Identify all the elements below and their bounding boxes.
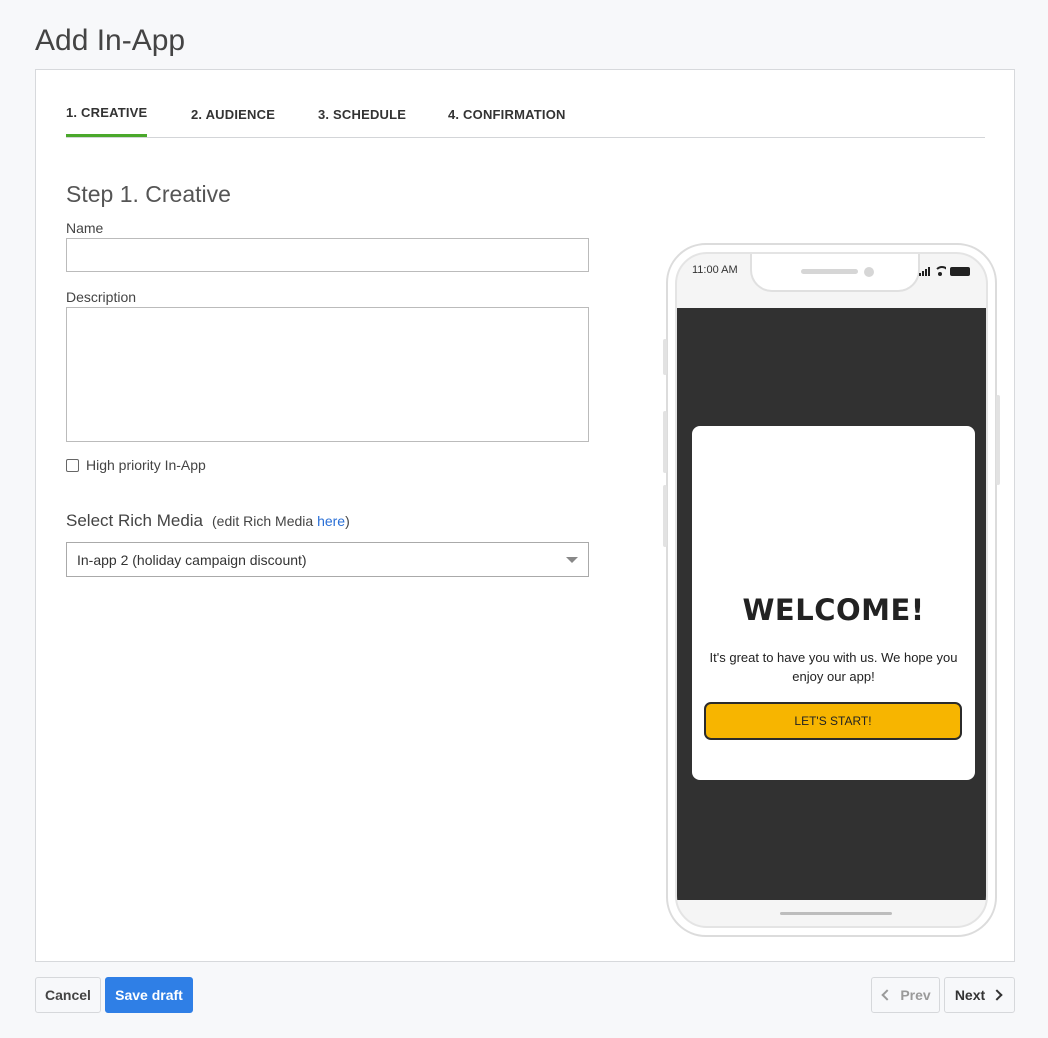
phone-display: 11:00 AM WELCOME! It's great to have you… <box>675 252 988 928</box>
modal-title: WELCOME! <box>742 593 925 627</box>
description-label: Description <box>66 289 137 305</box>
high-priority-label: High priority In-App <box>86 457 206 473</box>
name-field[interactable] <box>66 238 589 272</box>
tab-confirmation[interactable]: 4. CONFIRMATION <box>448 107 566 122</box>
page-title: Add In-App <box>35 24 186 57</box>
speaker-icon <box>801 269 858 274</box>
name-label: Name <box>66 220 104 236</box>
main-panel: 1. CREATIVE 2. AUDIENCE 3. SCHEDULE 4. C… <box>35 69 1015 962</box>
description-field[interactable] <box>66 307 589 442</box>
tab-schedule[interactable]: 3. SCHEDULE <box>318 107 406 122</box>
app-screen: WELCOME! It's great to have you with us.… <box>677 308 986 900</box>
lets-start-button[interactable]: LET'S START! <box>704 702 962 740</box>
cancel-label: Cancel <box>45 987 91 1003</box>
next-button[interactable]: Next <box>944 977 1015 1013</box>
rich-media-selected-value: In-app 2 (holiday campaign discount) <box>77 551 307 568</box>
rich-media-select[interactable]: In-app 2 (holiday campaign discount) <box>66 542 589 577</box>
prev-label: Prev <box>900 987 931 1003</box>
tab-audience[interactable]: 2. AUDIENCE <box>191 107 275 122</box>
edit-rich-media-text: (edit Rich Media here) <box>212 513 350 529</box>
edit-rich-media-link[interactable]: here <box>317 513 345 529</box>
step-tabs: 1. CREATIVE 2. AUDIENCE 3. SCHEDULE 4. C… <box>66 104 985 138</box>
save-draft-button[interactable]: Save draft <box>105 977 193 1013</box>
edit-rich-media-suffix: ) <box>345 513 350 529</box>
edit-rich-media-prefix: (edit Rich Media <box>212 513 318 529</box>
home-indicator <box>780 912 892 915</box>
step-title: Step 1. Creative <box>66 181 231 207</box>
tab-creative[interactable]: 1. CREATIVE <box>66 105 148 137</box>
chevron-right-icon <box>991 989 1003 1001</box>
chevron-left-icon <box>881 989 893 1001</box>
status-time: 11:00 AM <box>692 264 738 276</box>
cancel-button[interactable]: Cancel <box>35 977 101 1013</box>
phone-notch <box>750 254 920 292</box>
prev-button[interactable]: Prev <box>871 977 940 1013</box>
modal-body: It's great to have you with us. We hope … <box>709 650 958 684</box>
phone-preview: 11:00 AM WELCOME! It's great to have you… <box>663 243 1000 937</box>
next-label: Next <box>954 987 986 1003</box>
rich-media-header: Select Rich Media (edit Rich Media here) <box>66 511 350 531</box>
camera-icon <box>864 267 874 277</box>
battery-icon <box>950 267 970 276</box>
wifi-icon <box>934 266 946 276</box>
rich-media-label: Select Rich Media <box>66 511 204 530</box>
high-priority-row: High priority In-App <box>66 457 206 473</box>
power-button <box>996 395 1000 485</box>
inapp-modal: WELCOME! It's great to have you with us.… <box>692 426 975 780</box>
status-icons <box>919 266 970 276</box>
caret-down-icon <box>566 557 578 563</box>
signal-icon <box>919 267 930 276</box>
volume-up-button <box>663 411 667 473</box>
mute-switch <box>663 339 667 375</box>
volume-down-button <box>663 485 667 547</box>
save-draft-label: Save draft <box>115 987 183 1003</box>
high-priority-checkbox[interactable] <box>66 458 79 472</box>
